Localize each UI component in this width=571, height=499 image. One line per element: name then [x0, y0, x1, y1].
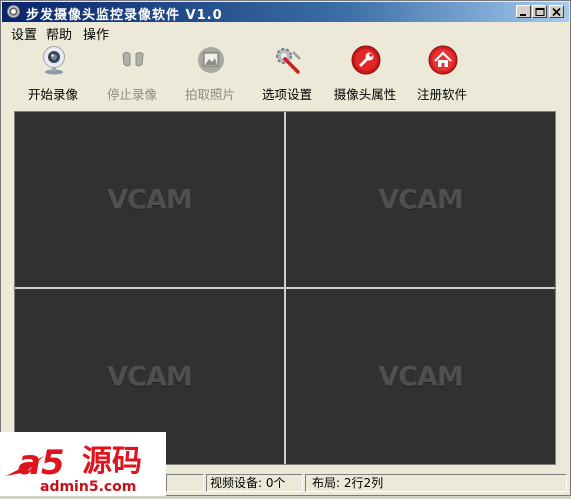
- status-device-count: 视频设备: 0个: [206, 474, 303, 492]
- wrench-icon: [351, 45, 381, 75]
- vcam-watermark: VCAM: [378, 361, 463, 392]
- vcam-watermark: VCAM: [378, 184, 463, 215]
- start-record-label: 开始录像: [27, 87, 78, 102]
- video-grid: VCAM VCAM VCAM VCAM: [14, 111, 556, 465]
- title-bar[interactable]: 步发摄像头监控录像软件 V1.0: [2, 2, 569, 23]
- photo-icon: [198, 47, 224, 73]
- start-record-button[interactable]: 开始录像: [13, 41, 93, 105]
- webcam-icon: [43, 46, 65, 75]
- maximize-icon: [535, 8, 545, 16]
- admin5-logo-icon: a5 源码 admin5.com: [6, 443, 142, 495]
- take-photo-button[interactable]: 拍取照片: [170, 41, 250, 105]
- vcam-watermark: VCAM: [107, 361, 192, 392]
- stop-record-icon: [122, 52, 144, 67]
- status-panel-blank: [166, 474, 204, 492]
- close-button[interactable]: [549, 5, 564, 18]
- admin5-logo: a5 源码 admin5.com: [0, 432, 166, 496]
- register-label: 注册软件: [416, 87, 467, 102]
- video-cell-2[interactable]: VCAM: [286, 112, 555, 287]
- settings-tools-icon: [276, 48, 301, 74]
- options-button[interactable]: 选项设置: [247, 41, 327, 105]
- minimize-icon: [520, 14, 526, 16]
- video-cell-4[interactable]: VCAM: [286, 289, 555, 464]
- stop-record-button[interactable]: 停止录像: [92, 41, 172, 105]
- close-icon: [552, 8, 561, 17]
- menu-bar: 设置 帮助 操作: [2, 23, 569, 43]
- take-photo-label: 拍取照片: [184, 87, 235, 102]
- stop-record-label: 停止录像: [106, 87, 157, 102]
- register-button[interactable]: 注册软件: [402, 41, 482, 105]
- logo-url: admin5.com: [40, 479, 136, 495]
- options-label: 选项设置: [261, 87, 312, 102]
- maximize-button[interactable]: [532, 5, 547, 18]
- status-layout: 布局: 2行2列: [305, 474, 567, 492]
- camera-properties-button[interactable]: 摄像头属性: [325, 41, 405, 105]
- camera-properties-label: 摄像头属性: [333, 87, 397, 102]
- home-icon: [428, 45, 458, 75]
- vcam-watermark: VCAM: [107, 184, 192, 215]
- app-window: 步发摄像头监控录像软件 V1.0 设置 帮助 操作 开始录像 停止录像 拍取照片…: [0, 0, 571, 496]
- video-cell-1[interactable]: VCAM: [15, 112, 284, 287]
- window-title: 步发摄像头监控录像软件 V1.0: [26, 8, 223, 23]
- toolbar: 开始录像 停止录像 拍取照片 选项设置 摄像头属性 注册软件: [2, 41, 569, 107]
- minimize-button[interactable]: [516, 5, 531, 18]
- logo-name: 源码: [82, 444, 142, 479]
- logo-mark: a5: [18, 443, 65, 483]
- app-camera-icon: [7, 5, 20, 18]
